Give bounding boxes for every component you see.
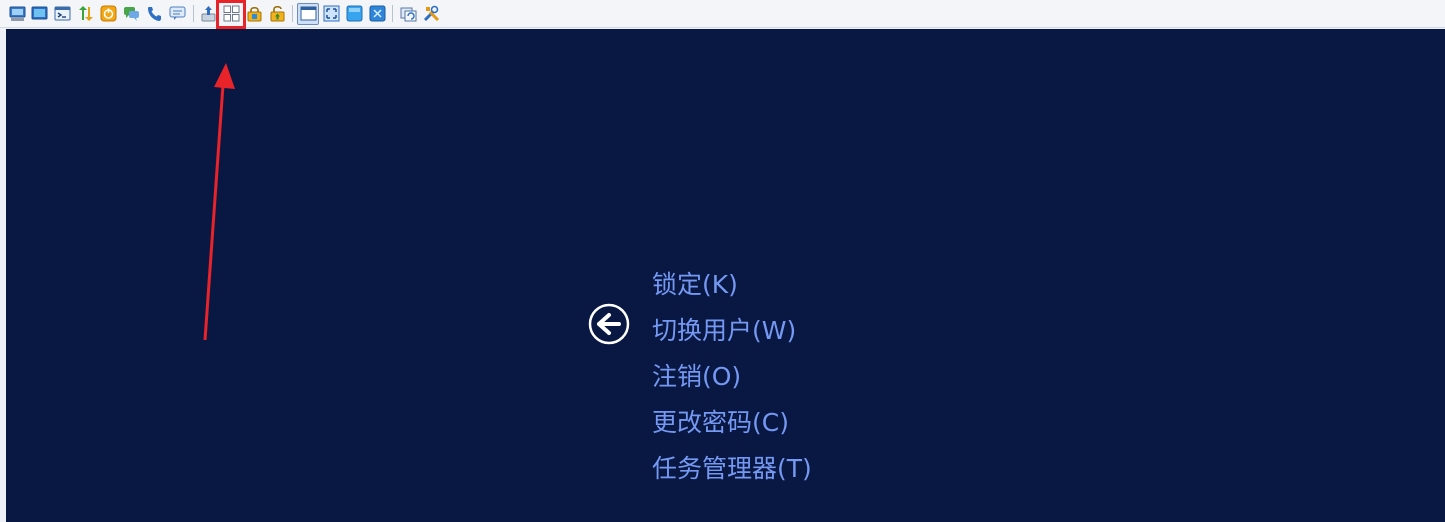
menu-item-sign-out[interactable]: 注销(O)	[652, 360, 812, 406]
screen-icon[interactable]	[31, 5, 48, 22]
remote-screen: 锁定(K) 切换用户(W) 注销(O) 更改密码(C) 任务管理器(T)	[6, 29, 1445, 522]
ctrl-alt-del-icon[interactable]	[9, 5, 26, 22]
refresh-icon[interactable]	[400, 5, 417, 22]
back-button[interactable]	[588, 303, 630, 345]
toolbar-separator	[392, 5, 393, 22]
settings-tools-icon[interactable]	[423, 5, 440, 22]
menu-item-switch-user[interactable]: 切换用户(W)	[652, 314, 812, 360]
menu-item-lock[interactable]: 锁定(K)	[652, 268, 812, 314]
transfer-arrows-icon[interactable]	[77, 5, 94, 22]
toolbar-separator	[292, 5, 293, 22]
toolbar	[0, 0, 1445, 29]
terminal-icon[interactable]	[54, 5, 71, 22]
remote-desktop-window: 锁定(K) 切换用户(W) 注销(O) 更改密码(C) 任务管理器(T)	[0, 0, 1445, 522]
back-arrow-icon	[588, 303, 630, 345]
unlock-icon[interactable]	[269, 5, 286, 22]
menu-item-change-password[interactable]: 更改密码(C)	[652, 406, 812, 452]
power-icon[interactable]	[100, 5, 117, 22]
toolbar-separator	[193, 5, 194, 22]
lock-icon[interactable]	[246, 5, 263, 22]
window-mode-icon[interactable]	[300, 5, 317, 22]
fullscreen-icon[interactable]	[346, 5, 363, 22]
scale-icon[interactable]	[369, 5, 386, 22]
chat-icon[interactable]	[123, 5, 140, 22]
annotation-highlight-box	[216, 0, 246, 29]
menu-item-task-manager[interactable]: 任务管理器(T)	[652, 452, 812, 498]
security-options-menu: 锁定(K) 切换用户(W) 注销(O) 更改密码(C) 任务管理器(T)	[652, 268, 812, 498]
upload-icon[interactable]	[200, 5, 217, 22]
fit-screen-icon[interactable]	[323, 5, 340, 22]
phone-icon[interactable]	[146, 5, 163, 22]
message-icon[interactable]	[169, 5, 186, 22]
